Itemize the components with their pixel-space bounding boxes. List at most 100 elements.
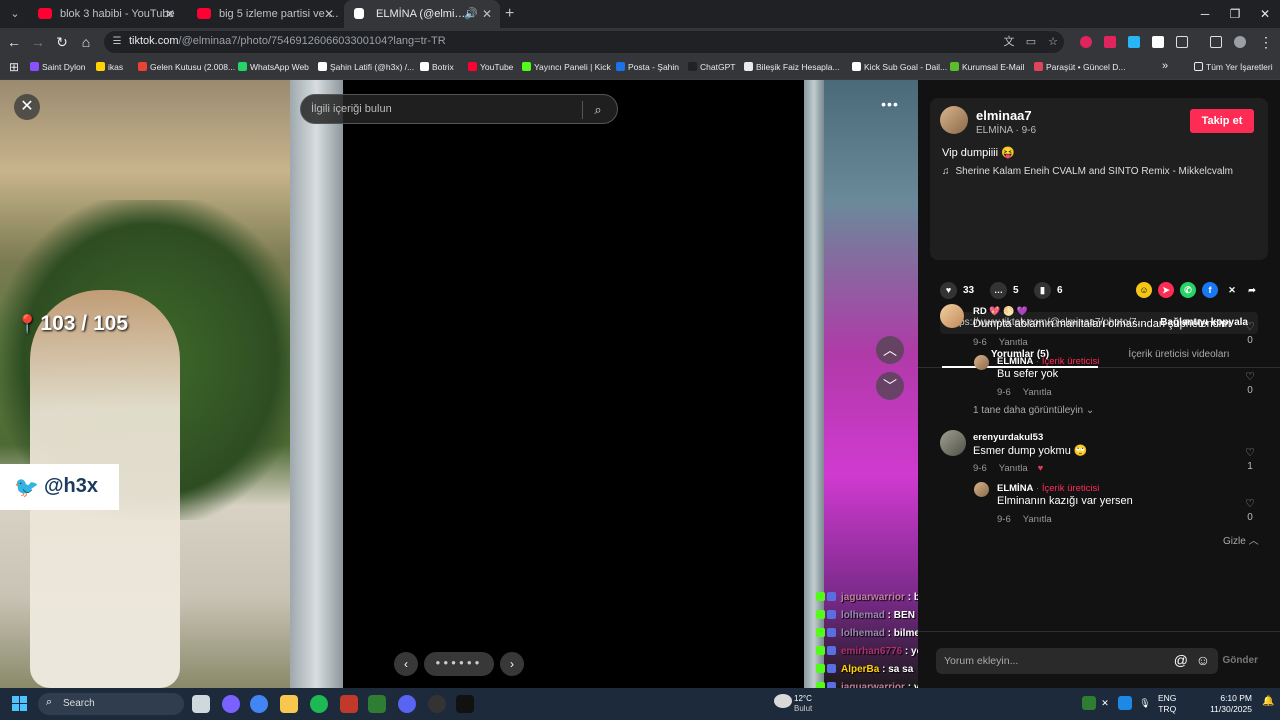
windows-start-icon[interactable] [12,696,28,712]
new-tab-button[interactable]: + [505,0,521,28]
share-emoji-icon[interactable]: ☺ [1136,282,1152,298]
close-icon[interactable]: ✕ [482,0,492,28]
comment-user[interactable]: RD 💖 🌕 💜 [973,306,1028,317]
close-icon[interactable]: ✕ [165,0,175,28]
tray-icon[interactable] [1082,696,1096,710]
language-indicator[interactable]: ENG TRQ [1158,693,1176,715]
system-clock[interactable]: 6:10 PM 11/30/2025 [1200,693,1252,715]
close-viewer-button[interactable]: ✕ [14,94,40,120]
x-icon[interactable]: ✕ [1224,282,1240,298]
bookmark-item[interactable]: ChatGPT [688,56,735,78]
translate-icon[interactable]: 文 [1002,35,1016,49]
bookmark-item[interactable]: Botrix [420,56,454,78]
whatsapp-icon[interactable]: ✆ [1180,282,1196,298]
reply-button[interactable]: Yanıtla [1023,387,1052,398]
obs-icon[interactable] [428,695,446,713]
discord-icon[interactable] [398,695,416,713]
task-view-icon[interactable] [192,695,210,713]
more-options-icon[interactable]: ••• [876,96,904,116]
comment-like[interactable]: ♡ 0 [1240,497,1260,523]
tray-icon[interactable] [1118,696,1132,710]
previous-slide-button[interactable]: ‹ [394,652,418,676]
next-post-button[interactable]: ﹀ [876,372,904,400]
commenter-avatar[interactable] [940,304,964,328]
minimize-button[interactable]: ─ [1190,0,1220,28]
author-handle[interactable]: elminaa7 [976,108,1032,123]
commenter-avatar[interactable] [974,482,989,497]
commenter-avatar[interactable] [974,355,989,370]
tab-youtube-2[interactable]: big 5 izleme partisi ve mançurya ✕ [187,0,342,28]
file-explorer-icon[interactable] [280,695,298,713]
extensions-puzzle-icon[interactable] [1176,36,1188,48]
follow-button[interactable]: Takip et [1190,109,1254,133]
app-icon[interactable] [340,695,358,713]
comment-input[interactable]: Yorum ekleyin... @ ☺ [936,648,1218,674]
comment-stat[interactable]: … 5 [990,282,1019,299]
bookmark-item[interactable]: Bileşik Faiz Hesapla... [744,56,840,78]
copilot-icon[interactable] [222,695,240,713]
notification-bell-icon[interactable]: 🔔 [1262,696,1274,710]
close-icon[interactable]: ✕ [324,0,334,28]
reply-button[interactable]: Yanıtla [1023,514,1052,525]
emoji-icon[interactable]: ☺ [1196,652,1210,668]
comment-like[interactable]: ♡ 1 [1240,446,1260,472]
speaker-icon[interactable]: 🔊 [464,0,478,28]
reply-button[interactable]: Yanıtla [999,337,1028,348]
search-input[interactable]: İlgili içeriği bulun [311,103,392,115]
music-info[interactable]: ♫ Sherine Kalam Eneih CVALM and SINTO Rem… [942,166,1233,177]
search-icon[interactable]: ⌕ [589,101,607,119]
share-arrow-icon[interactable]: ➦ [1244,282,1260,298]
bookmark-item[interactable]: Posta - Şahin [616,56,679,78]
save-stat[interactable]: ▮ 6 [1034,282,1063,299]
author-avatar[interactable] [940,106,968,134]
menu-kebab-icon[interactable]: ⋮ [1256,32,1276,52]
comment-like[interactable]: ♡ 0 [1240,370,1260,396]
bookmark-item[interactable]: Şahin Latifi (@h3x) /... [318,56,414,78]
xbox-icon[interactable] [368,695,386,713]
bookmark-item[interactable]: Kurumsal E-Mail [950,56,1024,78]
send-button[interactable]: Gönder [1222,655,1258,666]
reply-button[interactable]: Yanıtla [999,463,1028,474]
tab-tiktok[interactable]: ELMİNA (@elminaa7) | TikTok 🔊 ✕ [344,0,500,28]
comment-username[interactable]: erenyurdakul53 [973,432,1043,443]
bookmark-item[interactable]: Yayıncı Paneli | Kick [522,56,611,78]
tab-youtube-1[interactable]: blok 3 habibi - YouTube ✕ [28,0,183,28]
hide-replies[interactable]: Gizle ︿ [1223,532,1259,547]
spotify-icon[interactable] [310,695,328,713]
site-info-icon[interactable]: ☰ [110,35,124,49]
epic-games-icon[interactable] [456,695,474,713]
bookmark-item[interactable]: Kick Sub Goal - Dail... [852,56,947,78]
comment-user[interactable]: ELMİNA · İçerik üreticisi [997,356,1099,367]
close-window-button[interactable]: ✕ [1250,0,1280,28]
bookmark-item[interactable]: YouTube [468,56,513,78]
address-bar[interactable]: ☰ tiktok.com/@elminaa7/photo/75469126066… [104,31,1064,53]
share-send-icon[interactable]: ➤ [1158,282,1174,298]
view-more-replies[interactable]: 1 tane daha görüntüleyin ⌄ [973,405,1094,416]
more-bookmarks-icon[interactable]: » [1162,60,1168,72]
taskbar-search[interactable]: ⌕ Search [38,693,184,715]
tab-search-dropdown[interactable]: ⌄ [6,5,24,23]
comment-like[interactable]: ♡ 0 [1240,320,1260,346]
extension-icon[interactable] [1128,36,1140,48]
home-button[interactable]: ⌂ [76,32,96,52]
commenter-avatar[interactable] [940,430,966,456]
reading-list-icon[interactable] [1210,36,1222,48]
like-stat[interactable]: ♥ 33 [940,282,974,299]
restore-button[interactable]: ❐ [1220,0,1250,28]
chrome-icon[interactable] [250,695,268,713]
microphone-icon[interactable]: 🎙 [1138,696,1152,710]
cast-icon[interactable]: ▭ [1024,35,1038,49]
related-search-box[interactable]: İlgili içeriği bulun ⌕ [300,94,618,124]
comment-user[interactable]: ELMİNA · İçerik üreticisi [997,483,1099,494]
tray-icon[interactable]: ✕ [1098,696,1112,710]
apps-grid-icon[interactable]: ⊞ [4,57,24,77]
bookmark-item[interactable]: Saint Dylon [30,56,85,78]
extension-icon[interactable] [1080,36,1092,48]
bookmark-item[interactable]: Paraşüt • Güncel D... [1034,56,1126,78]
star-icon[interactable]: ☆ [1046,35,1060,49]
profile-avatar[interactable] [1234,36,1246,48]
bookmark-item[interactable]: WhatsApp Web [238,56,309,78]
back-button[interactable]: ← [4,32,24,52]
extension-icon[interactable] [1152,36,1164,48]
previous-post-button[interactable]: ︿ [876,336,904,364]
